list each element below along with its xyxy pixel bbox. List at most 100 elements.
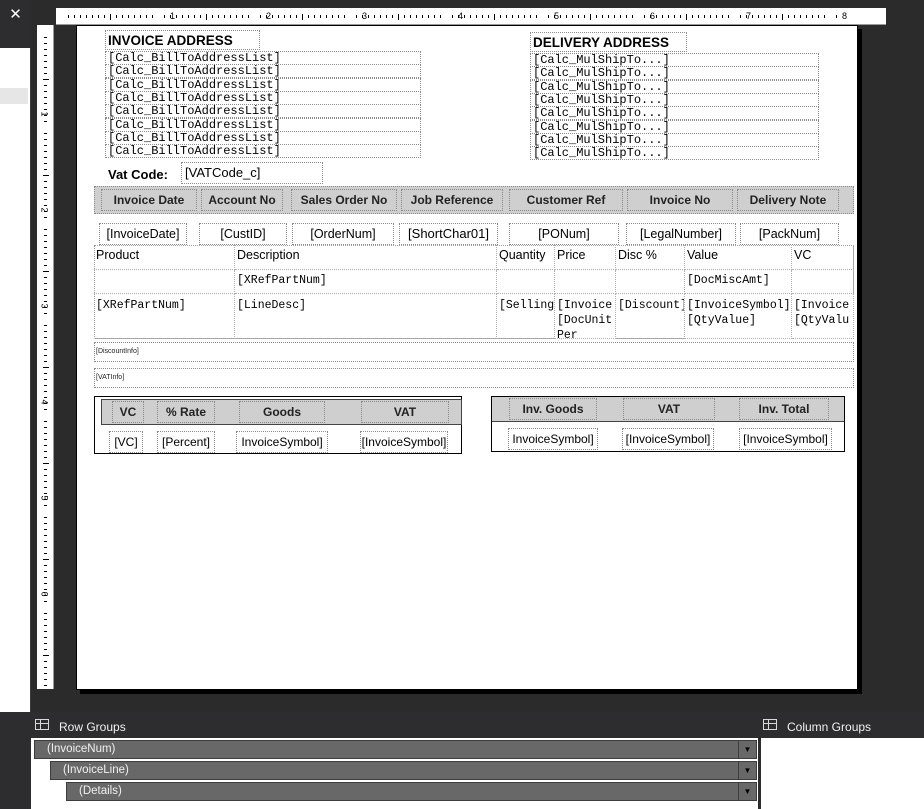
- header-value[interactable]: [OrderNum]: [292, 223, 394, 245]
- column-header-description[interactable]: Description: [235, 245, 497, 270]
- vat-code-label: Vat Code:: [108, 167, 168, 182]
- ruler-tick: [590, 13, 591, 20]
- vat-summary-value[interactable]: [Percent]: [157, 431, 215, 453]
- invoice-address-line[interactable]: [Calc_BillToAddressList]: [105, 144, 421, 159]
- ruler-number: 1: [170, 11, 176, 21]
- totals-header-vat[interactable]: VAT: [623, 398, 715, 420]
- invoice-address-line[interactable]: [Calc_BillToAddressList]: [105, 51, 421, 65]
- column-header-value[interactable]: Value: [685, 245, 792, 270]
- totals-value[interactable]: [InvoiceSymbol]: [622, 428, 714, 450]
- header-value[interactable]: [InvoiceDate]: [99, 223, 187, 245]
- column-header-product[interactable]: Product: [94, 245, 235, 270]
- vat-summary-header-goods[interactable]: Goods: [239, 401, 325, 423]
- misc-row-cell[interactable]: [DocMiscAmt]: [685, 270, 792, 294]
- ruler-tick: [44, 193, 47, 194]
- invoice-address-line[interactable]: [Calc_BillToAddressList]: [105, 90, 421, 105]
- totals-header-inv-total[interactable]: Inv. Total: [739, 398, 829, 420]
- detail-row-cell[interactable]: [Selling: [497, 294, 555, 339]
- vat-code-field[interactable]: [VATCode_c]: [181, 162, 323, 184]
- vat-summary-header-vat[interactable]: VAT: [361, 401, 449, 423]
- chevron-down-icon[interactable]: ▼: [738, 741, 756, 758]
- ruler-tick: [44, 577, 47, 578]
- delivery-address-line[interactable]: [Calc_MulShipTo...]: [530, 66, 819, 81]
- vat-summary-header-vc[interactable]: VC: [112, 401, 144, 423]
- column-header-quantity[interactable]: Quantity: [497, 245, 555, 270]
- totals-value[interactable]: InvoiceSymbol]: [508, 428, 598, 450]
- row-group-details[interactable]: (Details) ▼: [66, 782, 757, 801]
- header-label-sales-order-no[interactable]: Sales Order No: [291, 189, 397, 211]
- delivery-address-line[interactable]: [Calc_MulShipTo...]: [530, 132, 819, 147]
- header-value[interactable]: [CustID]: [199, 223, 287, 245]
- misc-row-cell[interactable]: [792, 270, 854, 294]
- ruler-tick: [470, 15, 471, 18]
- ruler-tick: [812, 15, 813, 18]
- ruler-tick: [44, 49, 47, 50]
- misc-row-cell[interactable]: [497, 270, 555, 294]
- ruler-tick: [494, 13, 495, 20]
- ruler-tick: [206, 13, 207, 20]
- detail-row-cell[interactable]: [InvoiceSymbol] [QtyValue]: [685, 294, 792, 339]
- ruler-tick: [188, 15, 189, 18]
- chevron-down-icon[interactable]: ▼: [738, 783, 756, 800]
- ruler-tick: [86, 15, 87, 18]
- column-header-disc-[interactable]: Disc %: [616, 245, 685, 270]
- discount-info-row[interactable]: [DiscountInfo]: [94, 342, 854, 362]
- detail-row-cell[interactable]: [XRefPartNum]: [94, 294, 235, 339]
- close-icon[interactable]: ✕: [0, 0, 31, 28]
- delivery-address-line[interactable]: [Calc_MulShipTo...]: [530, 119, 819, 134]
- ruler-tick: [536, 15, 537, 18]
- vat-summary-value[interactable]: [InvoiceSymbol]: [360, 431, 448, 453]
- vat-summary-value[interactable]: InvoiceSymbol]: [236, 431, 328, 453]
- header-label-customer-ref[interactable]: Customer Ref: [509, 189, 623, 211]
- ruler-tick: [572, 15, 573, 18]
- invoice-address-title[interactable]: INVOICE ADDRESS: [105, 30, 260, 50]
- column-groups-list[interactable]: [761, 738, 924, 809]
- detail-row-cell[interactable]: [Invoice [QtyValu: [792, 294, 854, 339]
- detail-row-cell[interactable]: [Invoice [DocUnit Per: [555, 294, 616, 339]
- invoice-address-line[interactable]: [Calc_BillToAddressList]: [105, 117, 421, 132]
- left-dock-strip: ✕: [0, 0, 31, 712]
- header-label-invoice-no[interactable]: Invoice No: [627, 189, 733, 211]
- header-value[interactable]: [PackNum]: [740, 223, 839, 245]
- ruler-tick: [836, 15, 837, 18]
- header-label-job-reference[interactable]: Job Reference: [401, 189, 503, 211]
- header-label-account-no[interactable]: Account No: [201, 189, 283, 211]
- ruler-tick: [42, 463, 49, 464]
- ruler-tick: [44, 541, 47, 542]
- totals-value[interactable]: [InvoiceSymbol]: [739, 428, 832, 450]
- delivery-address-line[interactable]: [Calc_MulShipTo...]: [530, 53, 819, 67]
- header-label-invoice-date[interactable]: Invoice Date: [101, 189, 197, 211]
- delivery-address-title[interactable]: DELIVERY ADDRESS: [530, 32, 687, 52]
- column-header-price[interactable]: Price: [555, 245, 616, 270]
- header-value[interactable]: [PONum]: [509, 223, 619, 245]
- vat-summary-header--rate[interactable]: % Rate: [157, 401, 215, 423]
- ruler-tick: [752, 15, 753, 18]
- delivery-address-line[interactable]: [Calc_MulShipTo...]: [530, 79, 819, 94]
- row-group-invoiceline[interactable]: (InvoiceLine) ▼: [50, 761, 757, 780]
- header-label-delivery-note[interactable]: Delivery Note: [737, 189, 839, 211]
- delivery-address-line[interactable]: [Calc_MulShipTo...]: [530, 92, 819, 107]
- invoice-address-line[interactable]: [Calc_BillToAddressList]: [105, 77, 421, 92]
- row-group-invoicenum[interactable]: (InvoiceNum) ▼: [34, 740, 757, 759]
- misc-row-cell[interactable]: [94, 270, 235, 294]
- delivery-address-line[interactable]: [Calc_MulShipTo...]: [530, 106, 819, 121]
- totals-header-inv-goods[interactable]: Inv. Goods: [509, 398, 597, 420]
- detail-row-cell[interactable]: [Discount]: [616, 294, 685, 339]
- vat-summary-value[interactable]: [VC]: [109, 431, 143, 453]
- vat-info-row[interactable]: [VATInfo]: [94, 368, 854, 388]
- left-panel-selected-row[interactable]: [0, 88, 28, 104]
- header-value[interactable]: [LegalNumber]: [626, 223, 736, 245]
- delivery-address-line[interactable]: [Calc_MulShipTo...]: [530, 146, 819, 161]
- invoice-address-line[interactable]: [Calc_BillToAddressList]: [105, 64, 421, 79]
- misc-row-cell[interactable]: [616, 270, 685, 294]
- detail-row-cell[interactable]: [LineDesc]: [235, 294, 497, 339]
- column-header-vc[interactable]: VC: [792, 245, 854, 270]
- header-value[interactable]: [ShortChar01]: [399, 223, 498, 245]
- ruler-tick: [404, 15, 405, 18]
- invoice-address-line[interactable]: [Calc_BillToAddressList]: [105, 104, 421, 119]
- invoice-address-line[interactable]: [Calc_BillToAddressList]: [105, 130, 421, 145]
- chevron-down-icon[interactable]: ▼: [738, 762, 756, 779]
- ruler-tick: [44, 253, 47, 254]
- misc-row-cell[interactable]: [XRefPartNum]: [235, 270, 497, 294]
- misc-row-cell[interactable]: [555, 270, 616, 294]
